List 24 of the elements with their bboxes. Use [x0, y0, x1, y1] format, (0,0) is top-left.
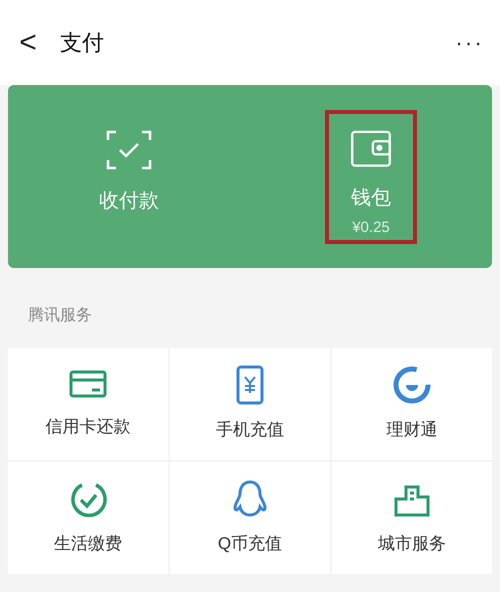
- service-label: 生活缴费: [54, 533, 122, 556]
- phone-icon: [235, 365, 265, 406]
- finance-icon: [392, 365, 432, 406]
- service-tile[interactable]: 城市服务: [332, 462, 492, 574]
- scan-icon: [106, 130, 152, 170]
- card-action-label: 收付款: [99, 188, 159, 214]
- service-tile[interactable]: 手机充值: [170, 348, 330, 460]
- service-tile[interactable]: 信用卡还款: [8, 348, 168, 460]
- service-label: 城市服务: [378, 533, 446, 556]
- card-action-label: 钱包: [351, 186, 391, 211]
- service-tile[interactable]: 生活缴费: [8, 462, 168, 574]
- service-tile[interactable]: 理财通: [332, 348, 492, 460]
- service-tile[interactable]: Q币充值: [170, 462, 330, 574]
- more-button[interactable]: ···: [455, 26, 484, 59]
- page-title: 支付: [60, 29, 104, 57]
- balance-amount: ¥0.25: [352, 218, 390, 238]
- penguin-icon: [232, 479, 268, 520]
- section-title: 腾讯服务: [28, 307, 92, 324]
- service-label: 理财通: [386, 419, 438, 442]
- service-label: Q币充值: [218, 533, 282, 556]
- service-label: 手机充值: [216, 419, 284, 442]
- service-label: 信用卡还款: [46, 416, 130, 438]
- back-button[interactable]: <: [16, 20, 40, 65]
- wallet-icon: [349, 130, 393, 167]
